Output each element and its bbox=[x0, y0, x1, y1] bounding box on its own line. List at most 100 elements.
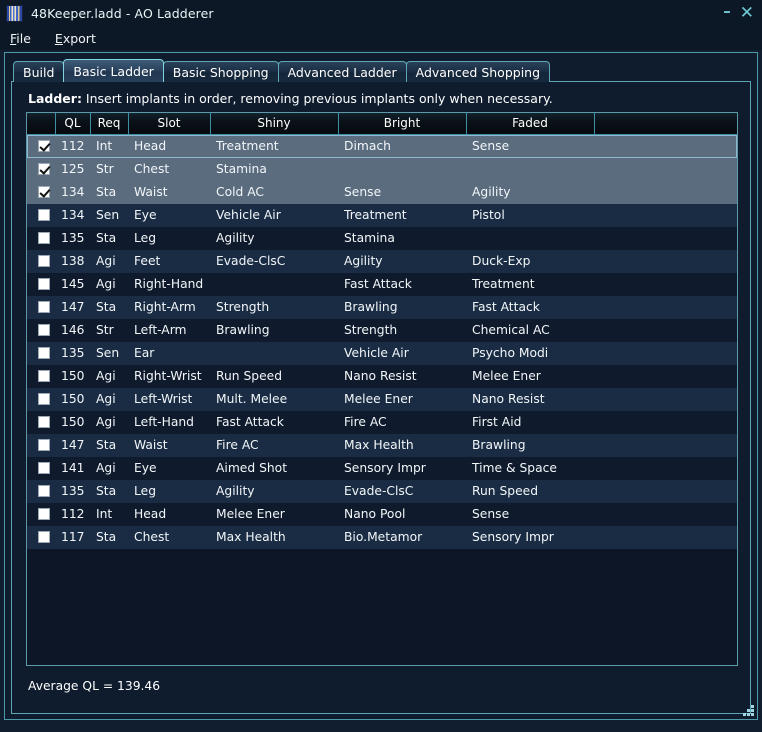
checkbox-unchecked-icon[interactable] bbox=[38, 231, 50, 244]
row-checkbox-cell[interactable] bbox=[27, 181, 55, 204]
cell-bright: Melee Ener bbox=[344, 392, 413, 406]
cell-ql: 117 bbox=[61, 530, 85, 544]
tab-advanced-shopping[interactable]: Advanced Shopping bbox=[405, 61, 551, 82]
resize-grip[interactable] bbox=[741, 703, 755, 717]
tab-build[interactable]: Build bbox=[13, 61, 65, 82]
table-row[interactable]: 150 Agi Left-Hand Fast Attack Fire AC First A… bbox=[27, 410, 737, 434]
row-checkbox-cell[interactable] bbox=[27, 135, 55, 158]
row-checkbox-cell[interactable] bbox=[27, 365, 55, 388]
tab-basic-ladder[interactable]: Basic Ladder bbox=[63, 59, 164, 82]
checkbox-unchecked-icon[interactable] bbox=[38, 254, 50, 267]
cell-faded: Fast Attack bbox=[472, 300, 540, 314]
checkbox-unchecked-icon[interactable] bbox=[38, 461, 50, 474]
checkbox-unchecked-icon[interactable] bbox=[38, 369, 50, 382]
cell-slot: Left-Wrist bbox=[134, 392, 193, 406]
cell-req: Str bbox=[96, 323, 114, 337]
column-header-spacer[interactable] bbox=[594, 113, 737, 135]
cell-bright: Nano Pool bbox=[344, 507, 406, 521]
table-row[interactable]: 135 Sta Leg Agility Stamina bbox=[27, 226, 737, 250]
column-header-slot[interactable]: Slot bbox=[128, 113, 211, 135]
table-row[interactable]: 147 Sta Right-Arm Strength Brawling Fast Atta… bbox=[27, 295, 737, 319]
cell-req: Agi bbox=[96, 369, 116, 383]
column-header-faded[interactable]: Faded bbox=[466, 113, 595, 135]
row-checkbox-cell[interactable] bbox=[27, 457, 55, 480]
close-button[interactable]: ✕ bbox=[740, 4, 754, 22]
content-frame: Build Basic Ladder Basic Shopping Advanc… bbox=[4, 52, 758, 720]
cell-slot: Waist bbox=[134, 185, 168, 199]
cell-ql: 150 bbox=[61, 369, 85, 383]
checkbox-unchecked-icon[interactable] bbox=[38, 300, 50, 313]
row-checkbox-cell[interactable] bbox=[27, 273, 55, 296]
checkbox-checked-icon[interactable] bbox=[38, 139, 50, 152]
minimize-button[interactable]: – bbox=[723, 3, 731, 19]
row-checkbox-cell[interactable] bbox=[27, 227, 55, 250]
row-checkbox-cell[interactable] bbox=[27, 411, 55, 434]
checkbox-checked-icon[interactable] bbox=[38, 162, 50, 175]
cell-bright: Sensory Impr bbox=[344, 461, 426, 475]
checkbox-unchecked-icon[interactable] bbox=[38, 208, 50, 221]
tab-advanced-ladder[interactable]: Advanced Ladder bbox=[277, 61, 407, 82]
row-checkbox-cell[interactable] bbox=[27, 503, 55, 526]
column-header-bright[interactable]: Bright bbox=[338, 113, 467, 135]
cell-ql: 141 bbox=[61, 461, 85, 475]
table-row[interactable]: 145 Agi Right-Hand Fast Attack Treatment bbox=[27, 272, 737, 296]
column-header-ql[interactable]: QL bbox=[55, 113, 91, 135]
table-row[interactable]: 135 Sen Ear Vehicle Air Psycho Modi bbox=[27, 341, 737, 365]
table-row[interactable]: 112 Int Head Melee Ener Nano Pool Sense bbox=[27, 502, 737, 526]
table-row[interactable]: 134 Sta Waist Cold AC Sense Agility bbox=[27, 180, 737, 204]
checkbox-unchecked-icon[interactable] bbox=[38, 530, 50, 543]
cell-bright: Agility bbox=[344, 254, 383, 268]
column-header-shiny[interactable]: Shiny bbox=[210, 113, 339, 135]
table-row[interactable]: 141 Agi Eye Aimed Shot Sensory Impr Time & Sp… bbox=[27, 456, 737, 480]
table-row[interactable]: 138 Agi Feet Evade-ClsC Agility Duck-Exp bbox=[27, 249, 737, 273]
row-checkbox-cell[interactable] bbox=[27, 319, 55, 342]
row-checkbox-cell[interactable] bbox=[27, 434, 55, 457]
row-checkbox-cell[interactable] bbox=[27, 204, 55, 227]
checkbox-unchecked-icon[interactable] bbox=[38, 346, 50, 359]
checkbox-unchecked-icon[interactable] bbox=[38, 484, 50, 497]
table-row[interactable]: 134 Sen Eye Vehicle Air Treatment Pistol bbox=[27, 203, 737, 227]
table-row[interactable]: 150 Agi Left-Wrist Mult. Melee Melee Ener Nan… bbox=[27, 387, 737, 411]
cell-ql: 134 bbox=[61, 185, 85, 199]
table-row[interactable]: 125 Str Chest Stamina bbox=[27, 157, 737, 181]
column-header-req[interactable]: Req bbox=[90, 113, 129, 135]
row-checkbox-cell[interactable] bbox=[27, 296, 55, 319]
cell-ql: 150 bbox=[61, 415, 85, 429]
cell-shiny bbox=[210, 342, 338, 365]
checkbox-checked-icon[interactable] bbox=[38, 185, 50, 198]
row-checkbox-cell[interactable] bbox=[27, 480, 55, 503]
cell-bright: Treatment bbox=[344, 208, 407, 222]
cell-bright: Sense bbox=[344, 185, 382, 199]
table-row[interactable]: 112 Int Head Treatment Dimach Sense bbox=[27, 134, 737, 158]
checkbox-unchecked-icon[interactable] bbox=[38, 415, 50, 428]
checkbox-unchecked-icon[interactable] bbox=[38, 323, 50, 336]
checkbox-unchecked-icon[interactable] bbox=[38, 277, 50, 290]
table-row[interactable]: 135 Sta Leg Agility Evade-ClsC Run Speed bbox=[27, 479, 737, 503]
table-row[interactable]: 146 Str Left-Arm Brawling Strength Chemical A… bbox=[27, 318, 737, 342]
table-row[interactable]: 147 Sta Waist Fire AC Max Health Brawling bbox=[27, 433, 737, 457]
row-checkbox-cell[interactable] bbox=[27, 526, 55, 549]
row-checkbox-cell[interactable] bbox=[27, 250, 55, 273]
cell-ql: 135 bbox=[61, 346, 85, 360]
menu-item-file[interactable]: File bbox=[8, 30, 33, 47]
table-row[interactable]: 150 Agi Right-Wrist Run Speed Nano Resist Mel… bbox=[27, 364, 737, 388]
row-checkbox-cell[interactable] bbox=[27, 158, 55, 181]
column-header-check[interactable] bbox=[27, 113, 56, 135]
cell-slot: Left-Hand bbox=[134, 415, 194, 429]
ladder-caption-title: Ladder: bbox=[28, 91, 82, 106]
title-bar[interactable]: 48Keeper.ladd - AO Ladderer – ✕ bbox=[0, 0, 762, 26]
checkbox-unchecked-icon[interactable] bbox=[38, 507, 50, 520]
cell-ql: 145 bbox=[61, 277, 85, 291]
cell-req: Agi bbox=[96, 254, 116, 268]
checkbox-unchecked-icon[interactable] bbox=[38, 438, 50, 451]
tab-basic-shopping[interactable]: Basic Shopping bbox=[162, 61, 279, 82]
cell-slot: Chest bbox=[134, 162, 170, 176]
row-checkbox-cell[interactable] bbox=[27, 388, 55, 411]
table-row[interactable]: 117 Sta Chest Max Health Bio.Metamor Sensory … bbox=[27, 525, 737, 549]
menu-item-export[interactable]: Export bbox=[53, 30, 98, 47]
checkbox-unchecked-icon[interactable] bbox=[38, 392, 50, 405]
cell-shiny bbox=[210, 273, 338, 296]
cell-slot: Right-Wrist bbox=[134, 369, 202, 383]
ladder-table-container[interactable]: QL Req Slot Shiny Bright Faded 112 Int Hea… bbox=[26, 112, 738, 666]
row-checkbox-cell[interactable] bbox=[27, 342, 55, 365]
